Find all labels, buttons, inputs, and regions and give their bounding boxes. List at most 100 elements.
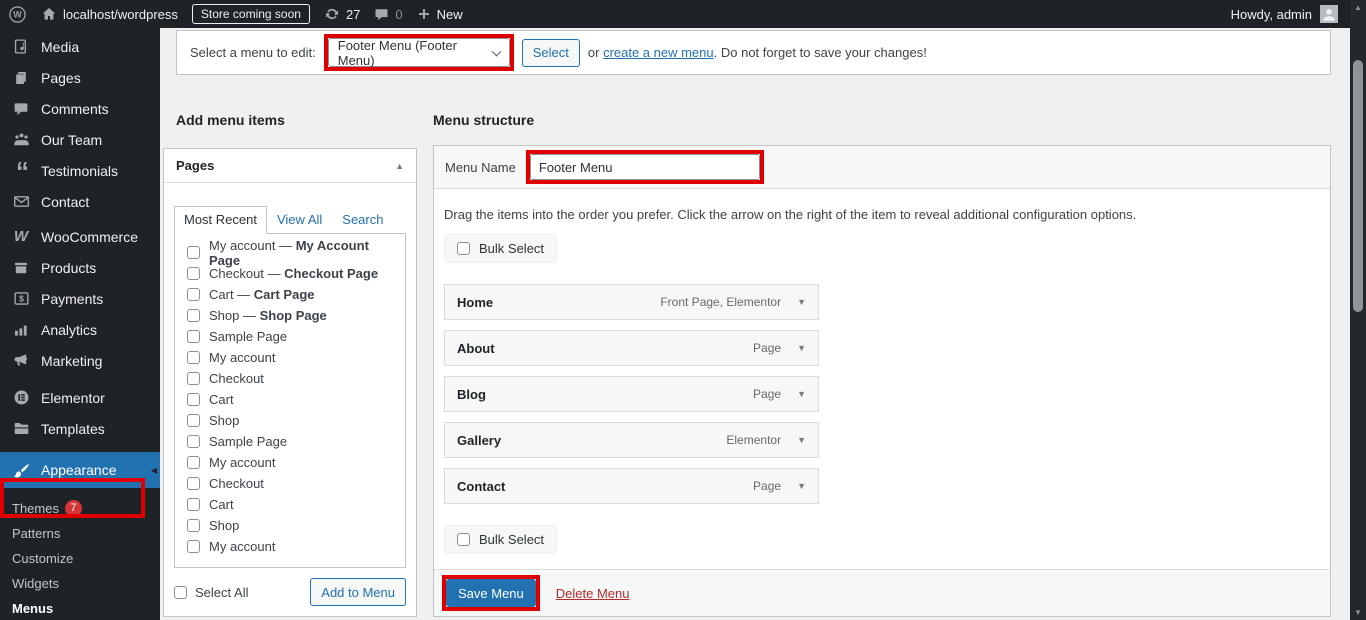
pages-checklist: My account — My Account Page Checkout — …	[174, 233, 406, 568]
menu-item-row[interactable]: About Page ▼	[444, 330, 819, 366]
checkbox[interactable]	[187, 330, 200, 343]
checkbox[interactable]	[187, 351, 200, 364]
appearance-submenu: Themes 7 Patterns Customize Widgets Menu…	[0, 488, 160, 620]
add-to-menu-button[interactable]: Add to Menu	[310, 578, 406, 606]
menu-item-row[interactable]: Blog Page ▼	[444, 376, 819, 412]
new-button[interactable]: New	[417, 7, 463, 22]
vertical-scrollbar[interactable]: ▲ ▼	[1350, 0, 1366, 620]
page-checklist-item[interactable]: Cart	[175, 389, 405, 410]
expand-arrow-icon[interactable]: ▼	[797, 481, 806, 491]
page-checklist-item[interactable]: Shop — Shop Page	[175, 305, 405, 326]
sidebar-item-payments[interactable]: $ Payments	[0, 283, 160, 314]
select-button[interactable]: Select	[522, 39, 580, 67]
checkbox[interactable]	[187, 288, 200, 301]
avatar[interactable]	[1320, 5, 1338, 23]
save-menu-button[interactable]: Save Menu	[446, 579, 536, 607]
page-checklist-item[interactable]: My account	[175, 347, 405, 368]
checkbox[interactable]	[187, 540, 200, 553]
sidebar-item-appearance[interactable]: Appearance ◀	[0, 452, 160, 488]
menu-item-row[interactable]: Gallery Elementor ▼	[444, 422, 819, 458]
pages-panel-header[interactable]: Pages ▲	[164, 149, 416, 183]
expand-arrow-icon[interactable]: ▼	[797, 389, 806, 399]
expand-arrow-icon[interactable]: ▼	[797, 343, 806, 353]
sidebar-item-label: Templates	[41, 421, 105, 437]
submenu-item-customize[interactable]: Customize	[0, 546, 160, 571]
checkbox[interactable]	[187, 267, 200, 280]
sidebar-item-products[interactable]: Products	[0, 252, 160, 283]
sidebar-item-our-team[interactable]: Our Team	[0, 124, 160, 155]
expand-arrow-icon[interactable]: ▼	[797, 435, 806, 445]
sidebar-item-media[interactable]: Media	[0, 31, 160, 62]
delete-menu-link[interactable]: Delete Menu	[556, 586, 630, 601]
submenu-item-themes[interactable]: Themes 7	[0, 496, 160, 521]
admin-sidebar: Media Pages Comments Our Team “ Testimon…	[0, 28, 160, 620]
checkbox[interactable]	[187, 309, 200, 322]
howdy-text[interactable]: Howdy, admin	[1231, 7, 1312, 22]
page-checklist-item[interactable]: Sample Page	[175, 326, 405, 347]
payments-icon: $	[11, 290, 31, 307]
page-checklist-item[interactable]: Checkout	[175, 473, 405, 494]
page-checklist-item[interactable]: Shop	[175, 410, 405, 431]
create-new-menu-link[interactable]: create a new menu	[603, 45, 714, 60]
checkbox[interactable]	[187, 414, 200, 427]
site-link[interactable]: localhost/wordpress	[41, 6, 178, 22]
sidebar-item-comments[interactable]: Comments	[0, 93, 160, 124]
wordpress-logo-icon[interactable]: W	[8, 5, 27, 24]
select-all-control[interactable]: Select All	[174, 585, 248, 600]
bulk-select-checkbox[interactable]	[457, 533, 470, 546]
checkbox[interactable]	[187, 393, 200, 406]
sidebar-item-elementor[interactable]: Elementor	[0, 382, 160, 413]
collapse-arrow-icon[interactable]: ▲	[395, 161, 404, 171]
updates-indicator[interactable]: 27	[324, 6, 360, 22]
comments-indicator[interactable]: 0	[374, 7, 402, 22]
bulk-select-checkbox[interactable]	[457, 242, 470, 255]
checkbox[interactable]	[187, 477, 200, 490]
page-checklist-item[interactable]: My account — My Account Page	[175, 242, 405, 263]
checkbox[interactable]	[187, 456, 200, 469]
bulk-select-bottom[interactable]: Bulk Select	[444, 525, 557, 554]
sidebar-item-woocommerce[interactable]: W WooCommerce	[0, 221, 160, 252]
scrollbar-down-arrow[interactable]: ▼	[1350, 608, 1366, 617]
tab-view-all[interactable]: View All	[267, 207, 332, 233]
sidebar-item-marketing[interactable]: Marketing	[0, 345, 160, 376]
contact-icon	[11, 193, 31, 210]
submenu-label: Patterns	[12, 521, 60, 546]
testimonials-icon: “	[11, 164, 31, 178]
checkbox[interactable]	[187, 372, 200, 385]
sidebar-item-testimonials[interactable]: “ Testimonials	[0, 155, 160, 186]
annotation-box-menu-dropdown: Footer Menu (Footer Menu)	[324, 34, 514, 71]
expand-arrow-icon[interactable]: ▼	[797, 297, 806, 307]
submenu-item-widgets[interactable]: Widgets	[0, 571, 160, 596]
sidebar-item-templates[interactable]: Templates	[0, 413, 160, 444]
page-checklist-item[interactable]: Sample Page	[175, 431, 405, 452]
annotation-box-save-menu: Save Menu	[442, 575, 540, 611]
submenu-item-menus[interactable]: Menus	[0, 596, 160, 620]
scrollbar-up-arrow[interactable]: ▲	[1350, 3, 1366, 12]
page-checklist-item[interactable]: My account	[175, 452, 405, 473]
select-all-checkbox[interactable]	[174, 586, 187, 599]
scrollbar-thumb[interactable]	[1353, 60, 1363, 312]
checkbox[interactable]	[187, 498, 200, 511]
menu-item-row[interactable]: Contact Page ▼	[444, 468, 819, 504]
page-checklist-item[interactable]: Checkout	[175, 368, 405, 389]
checkbox[interactable]	[187, 435, 200, 448]
menu-item-label: Gallery	[457, 433, 501, 448]
sidebar-item-analytics[interactable]: Analytics	[0, 314, 160, 345]
menu-item-row[interactable]: Home Front Page, Elementor ▼	[444, 284, 819, 320]
tab-search[interactable]: Search	[332, 207, 393, 233]
bulk-select-top[interactable]: Bulk Select	[444, 234, 557, 263]
sidebar-item-pages[interactable]: Pages	[0, 62, 160, 93]
checkbox[interactable]	[187, 519, 200, 532]
menu-select-dropdown[interactable]: Footer Menu (Footer Menu)	[328, 38, 510, 67]
page-checklist-item[interactable]: My account	[175, 536, 405, 557]
page-checklist-item[interactable]: Checkout — Checkout Page	[175, 263, 405, 284]
pages-panel-footer: Select All Add to Menu	[174, 578, 406, 606]
page-checklist-item[interactable]: Cart — Cart Page	[175, 284, 405, 305]
tab-most-recent[interactable]: Most Recent	[174, 206, 267, 234]
page-checklist-item[interactable]: Shop	[175, 515, 405, 536]
menu-name-input[interactable]	[530, 154, 760, 180]
sidebar-item-contact[interactable]: Contact	[0, 186, 160, 217]
checkbox[interactable]	[187, 246, 200, 259]
submenu-item-patterns[interactable]: Patterns	[0, 521, 160, 546]
page-checklist-item[interactable]: Cart	[175, 494, 405, 515]
